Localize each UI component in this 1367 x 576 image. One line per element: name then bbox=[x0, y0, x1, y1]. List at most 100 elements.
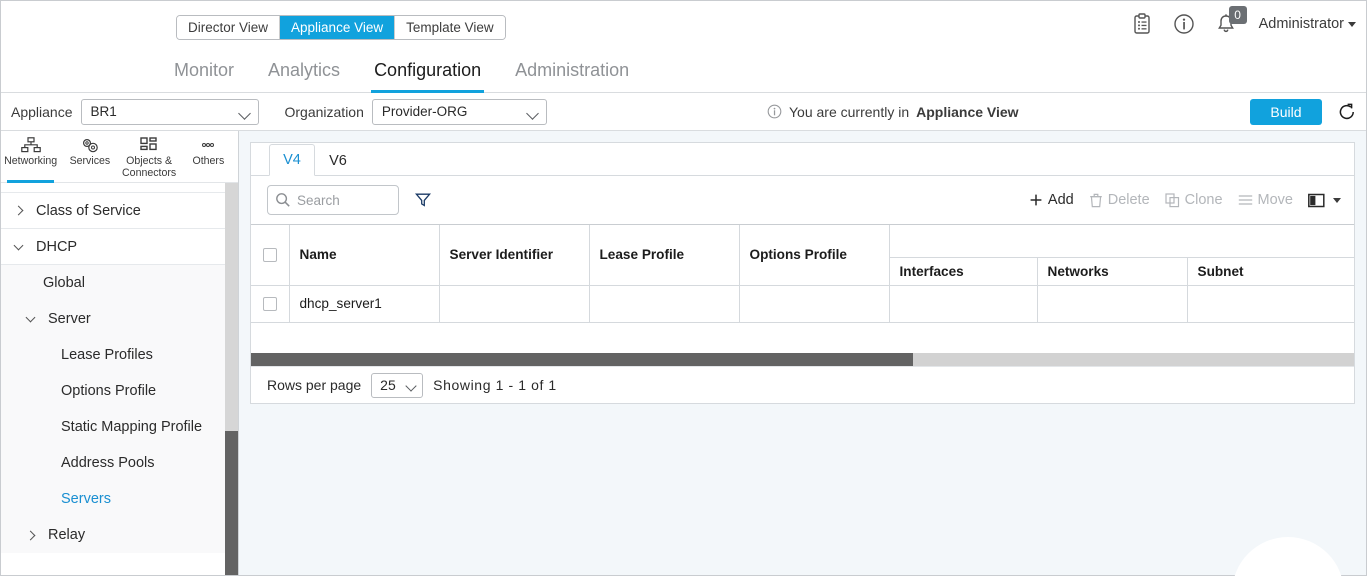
view-switch-template[interactable]: Template View bbox=[395, 16, 505, 39]
nav-item-monitor[interactable]: Monitor bbox=[171, 60, 237, 93]
category-services[interactable]: Services bbox=[60, 131, 119, 182]
sidebar-item-static-mapping-profile[interactable]: Static Mapping Profile bbox=[1, 409, 229, 445]
clone-button[interactable]: Clone bbox=[1165, 192, 1223, 208]
sidebar-scrollbar-thumb[interactable] bbox=[225, 431, 238, 575]
view-switch-appliance[interactable]: Appliance View bbox=[280, 16, 395, 39]
column-group-header bbox=[889, 225, 1354, 257]
category-networking[interactable]: Networking bbox=[1, 131, 60, 182]
sidebar-item-label: Global bbox=[43, 275, 85, 291]
notice-text: You are currently in bbox=[789, 104, 909, 120]
sidebar-item-zone-protection-profiles[interactable]: Zone Protection Profiles bbox=[1, 183, 229, 193]
sidebar-scrollbar-track[interactable] bbox=[225, 183, 238, 575]
add-button[interactable]: Add bbox=[1029, 192, 1074, 208]
chevron-right-icon[interactable] bbox=[15, 207, 31, 214]
status-widget[interactable] bbox=[1232, 537, 1344, 576]
view-mode-switch: Director View Appliance View Template Vi… bbox=[176, 15, 506, 40]
category-others[interactable]: Others bbox=[179, 131, 238, 182]
chevron-right-icon[interactable] bbox=[27, 532, 43, 539]
cell-name[interactable]: dhcp_server1 bbox=[289, 285, 439, 322]
sidebar-item-global[interactable]: Global bbox=[1, 265, 229, 301]
column-header-lease-profile[interactable]: Lease Profile bbox=[589, 225, 739, 285]
delete-button[interactable]: Delete bbox=[1089, 192, 1150, 208]
row-select-cell bbox=[251, 285, 289, 322]
showing-range: Showing 1 - 1 of 1 bbox=[433, 377, 557, 393]
rows-per-page-select[interactable]: 25 bbox=[371, 373, 423, 398]
appliance-label: Appliance bbox=[11, 104, 73, 120]
sidebar-item-label: Lease Profiles bbox=[61, 347, 153, 363]
sidebar-item-dhcp[interactable]: DHCP bbox=[1, 229, 229, 265]
column-header-name[interactable]: Name bbox=[289, 225, 439, 285]
tab-v4[interactable]: V4 bbox=[269, 144, 315, 176]
view-switch-director[interactable]: Director View bbox=[177, 16, 280, 39]
select-all-checkbox[interactable] bbox=[263, 248, 277, 262]
column-header-server-identifier[interactable]: Server Identifier bbox=[439, 225, 589, 285]
move-button-label: Move bbox=[1258, 192, 1293, 208]
sidebar-item-lease-profiles[interactable]: Lease Profiles bbox=[1, 337, 229, 373]
organization-select[interactable]: Provider-ORG bbox=[372, 99, 547, 125]
sidebar-item-options-profile[interactable]: Options Profile bbox=[1, 373, 229, 409]
filter-funnel-icon[interactable] bbox=[414, 191, 432, 209]
sidebar-item-label: Class of Service bbox=[36, 203, 141, 219]
nav-item-analytics[interactable]: Analytics bbox=[265, 60, 343, 93]
chevron-down-icon bbox=[1348, 22, 1356, 27]
sidebar-item-address-pools[interactable]: Address Pools bbox=[1, 445, 229, 481]
column-chooser[interactable] bbox=[1308, 193, 1341, 208]
column-header-subnet[interactable]: Subnet bbox=[1187, 257, 1354, 285]
nav-item-configuration[interactable]: Configuration bbox=[371, 60, 484, 93]
sidebar-item-label: Options Profile bbox=[61, 383, 156, 399]
search-box[interactable] bbox=[267, 185, 399, 215]
chevron-down-icon[interactable] bbox=[15, 245, 31, 249]
chevron-down-icon bbox=[238, 107, 251, 120]
sidebar-item-relay[interactable]: Relay bbox=[1, 517, 229, 553]
user-menu-label: Administrator bbox=[1259, 16, 1344, 32]
row-checkbox[interactable] bbox=[263, 297, 277, 311]
tasks-clipboard-icon[interactable] bbox=[1132, 13, 1152, 35]
category-objects-connectors[interactable]: Objects & Connectors bbox=[120, 131, 179, 182]
category-tab-row: Networking Services bbox=[1, 131, 238, 183]
dhcp-servers-panel: V4 V6 bbox=[250, 142, 1355, 404]
category-services-label: Services bbox=[70, 156, 111, 168]
category-objects-connectors-label: Objects & Connectors bbox=[120, 156, 179, 179]
table-row[interactable]: dhcp_server1 bbox=[251, 285, 1354, 322]
user-menu[interactable]: Administrator bbox=[1259, 16, 1356, 32]
cell-networks bbox=[1037, 285, 1187, 322]
sidebar-item-servers[interactable]: Servers bbox=[1, 481, 229, 517]
notification-bell-icon[interactable]: 0 bbox=[1216, 13, 1236, 35]
nav-item-administration[interactable]: Administration bbox=[512, 60, 632, 93]
sidebar-item-label: Address Pools bbox=[61, 455, 155, 471]
ip-version-tabs: V4 V6 bbox=[251, 143, 1354, 176]
column-header-networks[interactable]: Networks bbox=[1037, 257, 1187, 285]
select-all-cell bbox=[251, 225, 289, 285]
organization-select-value: Provider-ORG bbox=[382, 104, 468, 119]
sidebar-item-server[interactable]: Server bbox=[1, 301, 229, 337]
columns-icon bbox=[1308, 193, 1325, 208]
column-header-interfaces[interactable]: Interfaces bbox=[889, 257, 1037, 285]
table-hscrollbar-track[interactable] bbox=[251, 353, 1354, 366]
build-button[interactable]: Build bbox=[1250, 99, 1322, 125]
appliance-select[interactable]: BR1 bbox=[81, 99, 259, 125]
cell-subnet bbox=[1187, 285, 1354, 322]
delete-button-label: Delete bbox=[1108, 192, 1150, 208]
sidebar-item-label: Server bbox=[48, 311, 91, 327]
table-hscrollbar-thumb[interactable] bbox=[251, 353, 913, 366]
search-input[interactable] bbox=[297, 193, 398, 208]
servers-table: Name Server Identifier Lease Profile Opt… bbox=[251, 225, 1354, 323]
rows-per-page-label: Rows per page bbox=[267, 377, 361, 393]
main-content: V4 V6 bbox=[239, 131, 1366, 575]
objects-grid-icon bbox=[140, 136, 158, 154]
sidebar-item-class-of-service[interactable]: Class of Service bbox=[1, 193, 229, 229]
info-circle-icon[interactable] bbox=[1173, 13, 1195, 35]
chevron-down-icon bbox=[406, 380, 417, 391]
copy-icon bbox=[1165, 193, 1180, 208]
tab-v6[interactable]: V6 bbox=[315, 144, 361, 176]
chevron-down-icon[interactable] bbox=[27, 317, 43, 321]
application-window: Director View Appliance View Template Vi… bbox=[0, 0, 1367, 576]
table-header-row-primary: Name Server Identifier Lease Profile Opt… bbox=[251, 225, 1354, 257]
refresh-icon[interactable] bbox=[1336, 101, 1358, 123]
column-header-options-profile[interactable]: Options Profile bbox=[739, 225, 889, 285]
move-button[interactable]: Move bbox=[1238, 192, 1293, 208]
chevron-down-icon bbox=[526, 107, 539, 120]
add-button-label: Add bbox=[1048, 192, 1074, 208]
body-region: Networking Services bbox=[1, 131, 1366, 575]
top-header-bar: Director View Appliance View Template Vi… bbox=[1, 1, 1366, 93]
